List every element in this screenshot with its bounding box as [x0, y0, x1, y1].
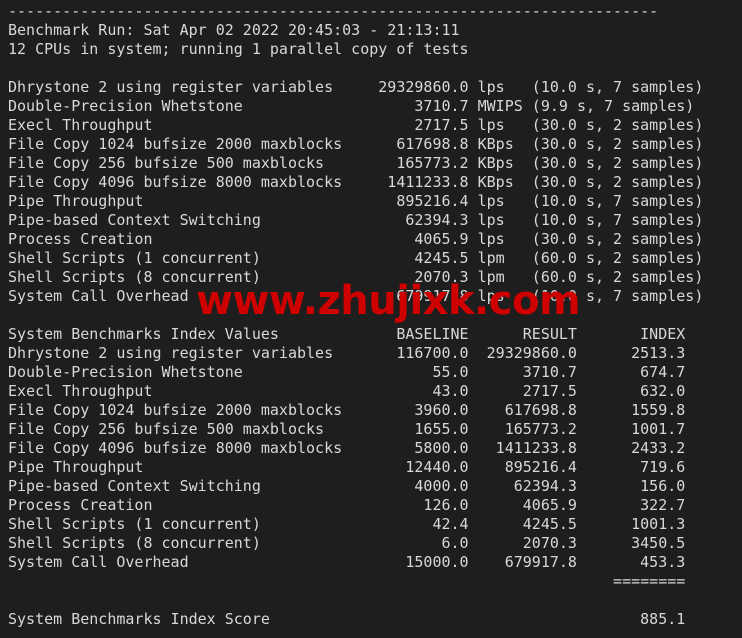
index-result-row: Dhrystone 2 using register variables 116… [8, 344, 686, 362]
index-result-row: File Copy 4096 bufsize 8000 maxblocks 58… [8, 439, 686, 457]
index-result-row: Shell Scripts (1 concurrent) 42.4 4245.5… [8, 515, 686, 533]
index-result-row: Pipe-based Context Switching 4000.0 6239… [8, 477, 686, 495]
index-result-row: Double-Precision Whetstone 55.0 3710.7 6… [8, 363, 686, 381]
index-table-header: System Benchmarks Index Values BASELINE … [8, 325, 686, 343]
raw-result-row: Pipe-based Context Switching 62394.3 lps… [8, 211, 704, 229]
index-result-row: Process Creation 126.0 4065.9 322.7 [8, 496, 686, 514]
raw-result-row: Shell Scripts (8 concurrent) 2070.3 lpm … [8, 268, 704, 286]
raw-result-row: System Call Overhead 679917.8 lps (10.0 … [8, 287, 704, 305]
index-result-row: File Copy 256 bufsize 500 maxblocks 1655… [8, 420, 686, 438]
index-result-row: Execl Throughput 43.0 2717.5 632.0 [8, 382, 686, 400]
raw-result-row: File Copy 1024 bufsize 2000 maxblocks 61… [8, 135, 704, 153]
raw-result-row: Shell Scripts (1 concurrent) 4245.5 lpm … [8, 249, 704, 267]
index-result-row: Pipe Throughput 12440.0 895216.4 719.6 [8, 458, 686, 476]
terminal-window: ----------------------------------------… [0, 0, 742, 638]
separator-line-top: ----------------------------------------… [8, 2, 659, 20]
raw-result-row: Double-Precision Whetstone 3710.7 MWIPS … [8, 97, 695, 115]
raw-result-row: File Copy 4096 bufsize 8000 maxblocks 14… [8, 173, 704, 191]
cpu-info-line: 12 CPUs in system; running 1 parallel co… [8, 40, 469, 58]
index-result-row: File Copy 1024 bufsize 2000 maxblocks 39… [8, 401, 686, 419]
raw-result-row: Process Creation 4065.9 lps (30.0 s, 2 s… [8, 230, 704, 248]
raw-result-row: Execl Throughput 2717.5 lps (30.0 s, 2 s… [8, 116, 704, 134]
index-rule-line: ======== [8, 572, 686, 590]
index-result-row: System Call Overhead 15000.0 679917.8 45… [8, 553, 686, 571]
benchmark-run-line: Benchmark Run: Sat Apr 02 2022 20:45:03 … [8, 21, 460, 39]
index-result-row: Shell Scripts (8 concurrent) 6.0 2070.3 … [8, 534, 686, 552]
terminal-output: ----------------------------------------… [8, 2, 703, 638]
raw-result-row: Pipe Throughput 895216.4 lps (10.0 s, 7 … [8, 192, 704, 210]
raw-result-row: Dhrystone 2 using register variables 293… [8, 78, 704, 96]
raw-result-row: File Copy 256 bufsize 500 maxblocks 1657… [8, 154, 704, 172]
index-score-row: System Benchmarks Index Score 885.1 [8, 610, 686, 628]
